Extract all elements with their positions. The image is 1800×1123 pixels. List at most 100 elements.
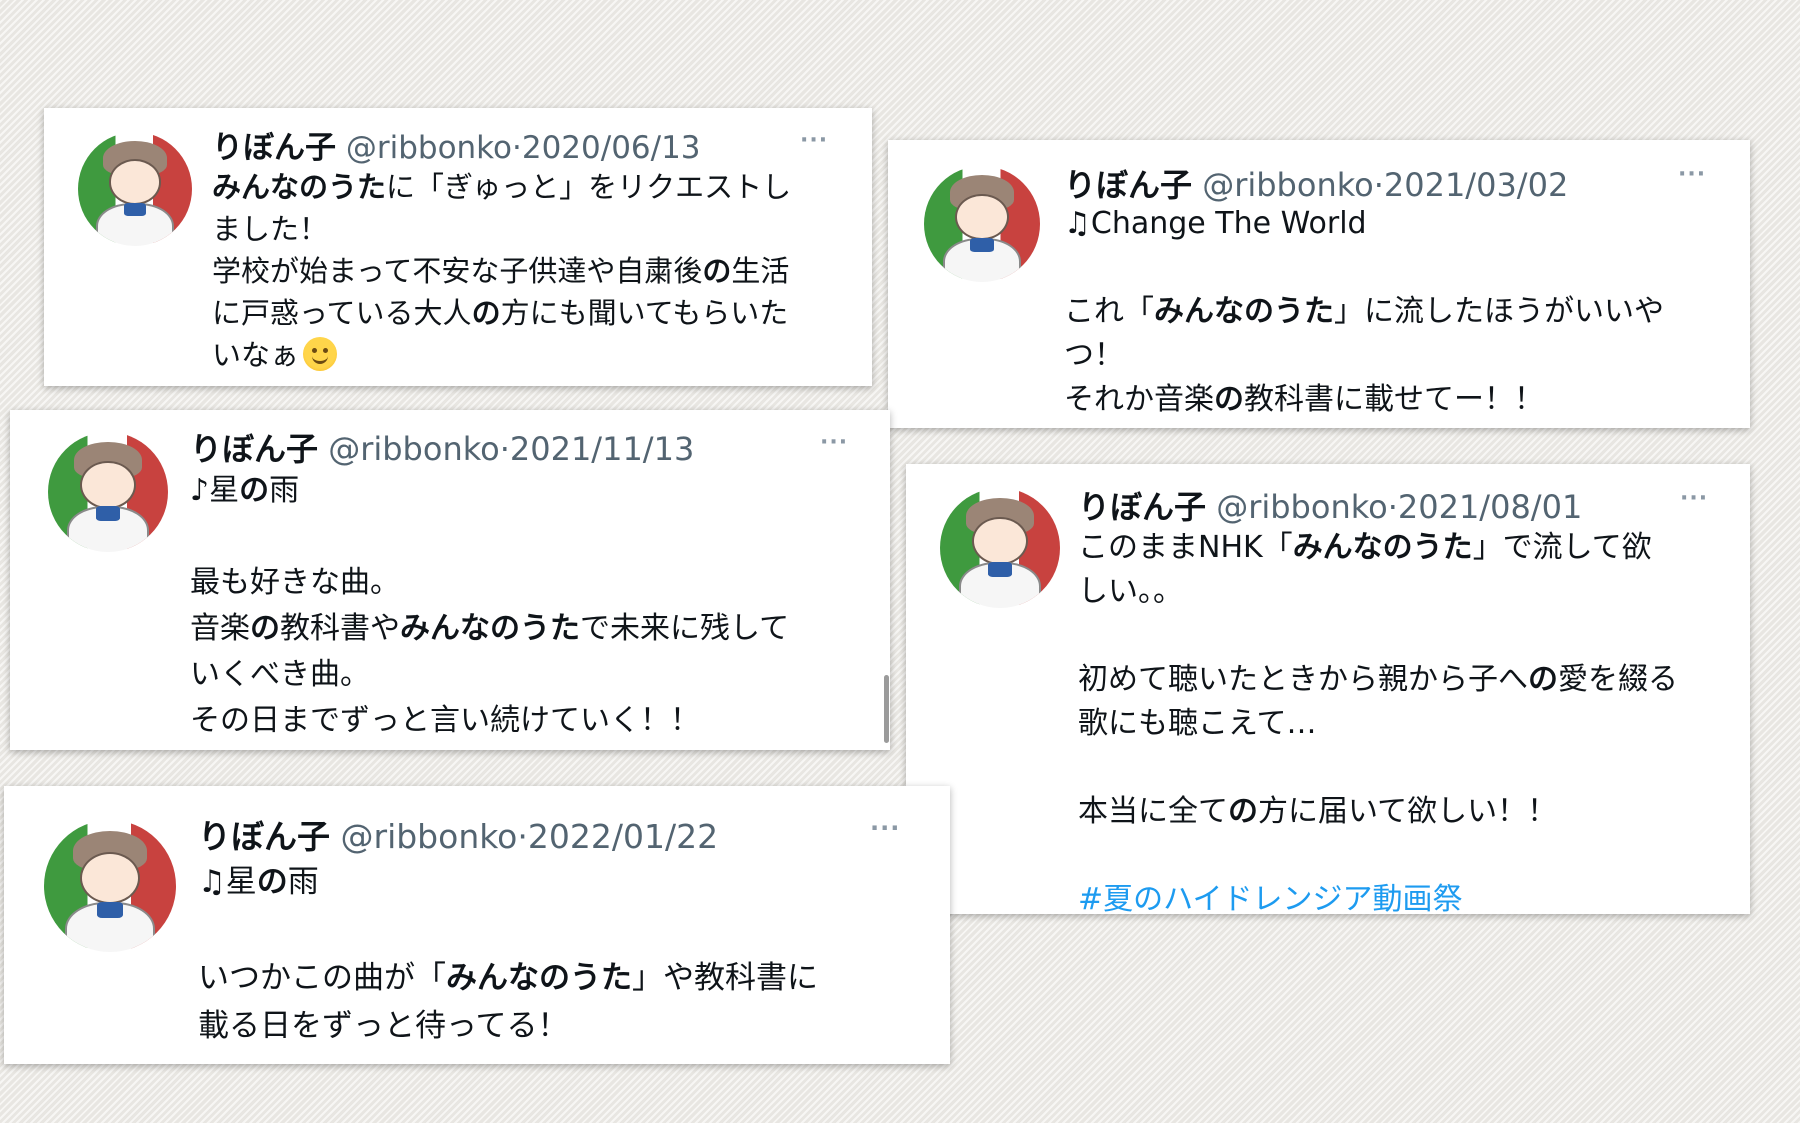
text-segment: 載る日をずっと待ってる！ <box>198 1008 569 1044</box>
tweet-line: その日までずっと言い続けていく！！ <box>190 698 789 744</box>
highlight-text: みんなのうた <box>446 960 632 996</box>
more-options-icon[interactable]: ··· <box>870 814 900 842</box>
text-segment: 教科書に載せてー！！ <box>1244 382 1544 417</box>
tweet-date[interactable]: 2022/01/22 <box>528 817 718 856</box>
text-segment: このままNHK「 <box>1078 530 1293 565</box>
more-options-icon[interactable]: ··· <box>820 430 848 455</box>
tweet-line: ♫星の雨 <box>198 858 818 906</box>
avatar[interactable] <box>78 132 192 246</box>
smiling-face-icon <box>303 337 338 371</box>
separator: · <box>499 430 510 468</box>
tweet-header: りぼん子 @ribbonko·2021/03/02 <box>1064 160 1568 206</box>
avatar[interactable] <box>924 166 1040 282</box>
highlight-text: みんなのうた <box>1292 530 1473 565</box>
text-segment: 初めて聴いたときから親から子へ <box>1078 662 1528 697</box>
tweet-line: ♫Change The World <box>1064 202 1664 246</box>
highlight-text: の <box>1214 382 1244 417</box>
text-segment: に「ぎゅっと」をリクエストし <box>386 170 792 204</box>
tweet-line: ♪星の雨 <box>190 468 789 514</box>
tweet-card[interactable]: りぼん子 @ribbonko·2022/01/22 ··· ♫星の雨 いつかこの… <box>4 786 950 1064</box>
hashtag-link[interactable]: #夏のハイドレンジア動画祭 <box>1078 882 1463 914</box>
tweet-text: ♪星の雨 最も好きな曲。 音楽の教科書やみんなのうたで未来に残して いくべき曲。 その… <box>190 468 789 744</box>
text-segment: 雨 <box>287 864 319 900</box>
tweet-line: 歌にも聴こえて… <box>1078 702 1678 746</box>
tweet-line: それか音楽の教科書に載せてー！！ <box>1064 378 1664 422</box>
tweet-date[interactable]: 2020/06/13 <box>522 130 701 166</box>
tweet-line <box>1078 746 1678 790</box>
tweet-line: みんなのうたに「ぎゅっと」をリクエストし <box>212 166 791 208</box>
tweet-line: 載る日をずっと待ってる！ <box>198 1002 818 1050</box>
text-segment: 方に届いて欲しい！！ <box>1258 794 1558 829</box>
user-handle[interactable]: @ribbonko <box>328 430 500 468</box>
tweet-text: ♫星の雨 いつかこの曲が「みんなのうた」や教科書に載る日をずっと待ってる！ <box>198 858 818 1050</box>
tweet-text: みんなのうたに「ぎゅっと」をリクエストし ました！ 学校が始まって不安な子供達や自粛… <box>212 166 791 376</box>
user-handle[interactable]: @ribbonko <box>346 130 512 166</box>
tweet-date[interactable]: 2021/03/02 <box>1384 166 1568 204</box>
highlight-text: の <box>702 254 732 288</box>
tweet-line: #夏のハイドレンジア動画祭 <box>1078 878 1678 914</box>
avatar[interactable] <box>44 820 176 952</box>
text-segment: 教科書や <box>280 611 400 646</box>
more-options-icon[interactable]: ··· <box>800 128 828 153</box>
tweet-line <box>1078 834 1678 878</box>
highlight-text: の <box>1228 794 1258 829</box>
avatar[interactable] <box>48 432 168 552</box>
user-handle[interactable]: @ribbonko <box>1202 166 1374 204</box>
text-segment: 学校が始まって不安な子供達や自粛後 <box>212 254 703 288</box>
separator: · <box>512 130 522 166</box>
tweet-date[interactable]: 2021/11/13 <box>510 430 694 468</box>
more-options-icon[interactable]: ··· <box>1678 162 1706 187</box>
tweet-text: このままNHK「みんなのうた」で流して欲しい。。 初めて聴いたときから親から子へ… <box>1078 526 1678 914</box>
display-name[interactable]: りぼん子 <box>212 130 336 166</box>
tweet-line: つ！ <box>1064 334 1664 378</box>
text-segment: 雨 <box>269 473 300 508</box>
text-segment: その日までずっと言い続けていく！！ <box>190 703 700 738</box>
tweet-card[interactable]: りぼん子 @ribbonko·2021/11/13 ··· ♪星の雨 最も好きな… <box>10 410 890 750</box>
user-handle[interactable]: @ribbonko <box>341 817 518 856</box>
display-name[interactable]: りぼん子 <box>1064 166 1192 204</box>
tweet-line: このままNHK「みんなのうた」で流して欲 <box>1078 526 1678 570</box>
tweet-line: 本当に全ての方に届いて欲しい！！ <box>1078 790 1678 834</box>
user-handle[interactable]: @ribbonko <box>1216 488 1388 526</box>
display-name[interactable]: りぼん子 <box>1078 488 1206 526</box>
highlight-text: の <box>471 296 501 330</box>
tweet-date[interactable]: 2021/08/01 <box>1398 488 1582 526</box>
tweet-card[interactable]: りぼん子 @ribbonko·2021/08/01 ··· このままNHK「みん… <box>906 464 1750 914</box>
tweet-text: ♫Change The World これ「みんなのうた」に流したほうがいいや つ！… <box>1064 202 1664 422</box>
text-segment: 本当に全て <box>1078 794 1228 829</box>
highlight-text: みんなのうた <box>1154 294 1334 329</box>
tweet-header: りぼん子 @ribbonko·2021/08/01 <box>1078 482 1582 528</box>
tweet-line: いつかこの曲が「みんなのうた」や教科書に <box>198 954 818 1002</box>
text-segment: 愛を綴る <box>1558 662 1678 697</box>
text-segment: で未来に残して <box>580 611 790 646</box>
text-segment: これ「 <box>1064 294 1154 329</box>
tweet-line <box>1078 614 1678 658</box>
tweet-card[interactable]: りぼん子 @ribbonko·2020/06/13 ··· みんなのうたに「ぎゅ… <box>44 108 872 386</box>
tweet-line: 初めて聴いたときから親から子への愛を綴る <box>1078 658 1678 702</box>
scrollbar[interactable] <box>884 675 889 743</box>
tweet-line: 音楽の教科書やみんなのうたで未来に残して <box>190 606 789 652</box>
tweet-line: に戸惑っている大人の方にも聞いてもらいた <box>212 292 791 334</box>
text-segment: 方にも聞いてもらいた <box>500 296 789 330</box>
highlight-text: の <box>239 473 270 508</box>
tweet-line: しい。。 <box>1078 570 1678 614</box>
separator: · <box>1387 488 1398 526</box>
highlight-text: みんなのうた <box>400 611 580 646</box>
display-name[interactable]: りぼん子 <box>190 430 318 468</box>
text-segment: しい。。 <box>1078 574 1183 609</box>
tweet-line: これ「みんなのうた」に流したほうがいいや <box>1064 290 1664 334</box>
text-segment: いなぁ <box>212 338 300 372</box>
text-segment: ♪星 <box>190 473 240 508</box>
tweet-line: 学校が始まって不安な子供達や自粛後の生活 <box>212 250 791 292</box>
tweet-card[interactable]: りぼん子 @ribbonko·2021/03/02 ··· ♫Change Th… <box>888 140 1750 428</box>
avatar[interactable] <box>940 488 1060 608</box>
text-segment: 」で流して欲 <box>1472 530 1652 565</box>
highlight-text: の <box>250 611 280 646</box>
tweet-header: りぼん子 @ribbonko·2021/11/13 <box>190 424 694 470</box>
tweet-line: 最も好きな曲。 <box>190 560 789 606</box>
text-segment: いつかこの曲が「 <box>198 960 446 996</box>
display-name[interactable]: りぼん子 <box>198 817 330 856</box>
more-options-icon[interactable]: ··· <box>1680 486 1708 511</box>
text-segment: 」や教科書に <box>632 960 818 996</box>
highlight-text: の <box>1528 662 1558 697</box>
